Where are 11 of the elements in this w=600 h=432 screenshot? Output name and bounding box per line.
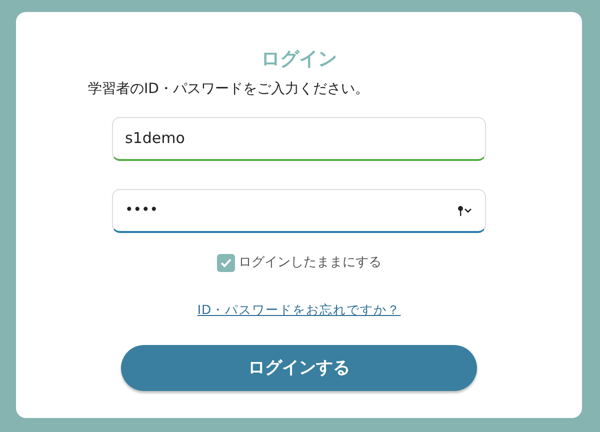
password-input-field[interactable]: •••• — [112, 189, 486, 233]
remember-label: ログインしたままにする — [238, 254, 382, 272]
id-input-field[interactable]: s1demo — [112, 117, 486, 161]
login-button[interactable]: ログインする — [121, 345, 477, 392]
password-value: •••• — [125, 201, 160, 220]
key-dropdown-icon[interactable] — [457, 204, 473, 216]
remember-checkbox[interactable] — [216, 254, 234, 272]
instruction-text: 学習者のID・パスワードをご入力ください。 — [88, 80, 369, 99]
login-title: ログイン — [261, 50, 337, 69]
check-icon — [220, 258, 232, 268]
forgot-password-link[interactable]: ID・パスワードをお忘れですか？ — [197, 300, 401, 320]
